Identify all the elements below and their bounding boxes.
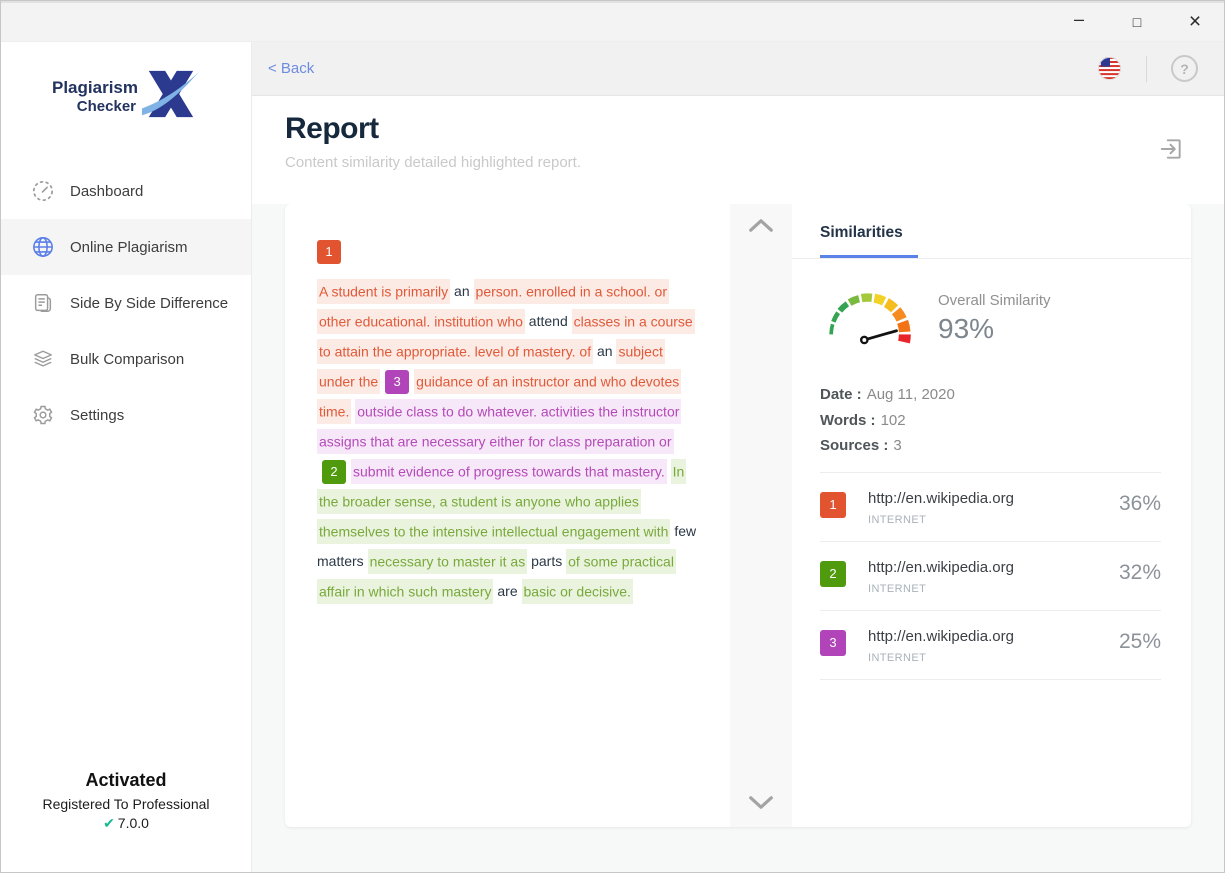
logo-line1: Plagiarism: [52, 78, 138, 98]
source-percent: 25%: [1119, 630, 1161, 654]
meta-date: Date : Aug 11, 2020: [820, 382, 1161, 408]
source-2-badge: 2: [820, 561, 846, 587]
highlighted-segment-source-2: basic or decisive.: [522, 579, 633, 604]
page-header: Report Content similarity detailed highl…: [252, 96, 1224, 204]
export-report-icon[interactable]: [1158, 136, 1184, 165]
sidebar-item-settings[interactable]: Settings: [1, 387, 251, 443]
activation-version: ✔7.0.0: [1, 815, 251, 832]
globe-icon: [31, 235, 55, 259]
similarity-gauge-icon: [820, 281, 916, 356]
source-percent: 36%: [1119, 492, 1161, 516]
back-link[interactable]: < Back: [268, 60, 314, 77]
help-icon[interactable]: ?: [1171, 55, 1198, 82]
app-logo: Plagiarism Checker: [1, 42, 251, 145]
similarities-tabs: Similarities: [792, 204, 1191, 259]
overall-similarity-label: Overall Similarity: [938, 292, 1051, 309]
text-segment: attend: [525, 313, 572, 329]
source-percent: 32%: [1119, 561, 1161, 585]
scroll-up-icon[interactable]: [747, 218, 775, 236]
sidebar-item-label: Online Plagiarism: [70, 239, 188, 256]
highlighted-segment-source-3: outside class to do whatever. activities…: [317, 399, 681, 454]
meta-sources-label: Sources :: [820, 433, 888, 459]
sidebar-item-label: Settings: [70, 407, 124, 424]
version-number: 7.0.0: [118, 815, 149, 831]
meta-sources: Sources : 3: [820, 433, 1161, 459]
layers-icon: [31, 347, 55, 371]
main-column: < Back: [252, 42, 1224, 872]
document-text-panel: 1A student is primarily an person. enrol…: [285, 204, 730, 827]
app-window: – □ × Plagiarism Checker: [0, 0, 1225, 873]
sidebar-item-online-plagiarism[interactable]: Online Plagiarism: [1, 219, 251, 275]
source-3-badge[interactable]: 3: [385, 370, 409, 394]
sidebar-nav: Dashboard Online Plagiarism: [1, 163, 251, 443]
source-1-badge[interactable]: 1: [317, 240, 341, 264]
meta-sources-value: 3: [893, 433, 901, 459]
source-type: INTERNET: [868, 583, 1014, 595]
gear-icon: [31, 403, 55, 427]
page-title: Report: [285, 112, 1224, 146]
source-1-badge: 1: [820, 492, 846, 518]
activation-registered: Registered To Professional: [1, 796, 251, 812]
report-text: 1A student is primarily an person. enrol…: [317, 240, 698, 606]
logo-x-icon: [140, 66, 200, 127]
tab-similarities[interactable]: Similarities: [820, 204, 918, 258]
sidebar-item-dashboard[interactable]: Dashboard: [1, 163, 251, 219]
page-subtitle: Content similarity detailed highlighted …: [285, 154, 1224, 171]
similarities-panel: Similarities: [792, 204, 1191, 827]
source-row-2[interactable]: 2 http://en.wikipedia.org INTERNET 32%: [820, 542, 1161, 611]
text-segment: are: [493, 583, 521, 599]
scrollbar[interactable]: [730, 204, 792, 827]
source-url[interactable]: http://en.wikipedia.org: [868, 559, 1014, 576]
source-type: INTERNET: [868, 514, 1014, 526]
content-area: 1A student is primarily an person. enrol…: [252, 204, 1224, 872]
text-segment: an: [450, 283, 473, 299]
highlighted-segment-source-1: A student is primarily: [317, 279, 450, 304]
report-card: 1A student is primarily an person. enrol…: [285, 204, 1191, 827]
dashboard-gauge-icon: [31, 179, 55, 203]
source-url[interactable]: http://en.wikipedia.org: [868, 628, 1014, 645]
overall-similarity-row: Overall Similarity 93%: [820, 281, 1161, 356]
minimize-icon: –: [1074, 9, 1084, 30]
text-segment: parts: [527, 553, 566, 569]
meta-date-label: Date :: [820, 382, 862, 408]
logo-line2: Checker: [52, 98, 138, 115]
close-icon: ×: [1189, 10, 1201, 34]
close-button[interactable]: ×: [1166, 3, 1224, 41]
activation-info: Activated Registered To Professional ✔7.…: [1, 770, 251, 832]
source-row-1[interactable]: 1 http://en.wikipedia.org INTERNET 36%: [820, 473, 1161, 542]
sidebar-item-label: Bulk Comparison: [70, 351, 184, 368]
highlighted-segment-source-3: submit evidence of progress towards that…: [351, 459, 667, 484]
top-bar: < Back: [252, 42, 1224, 96]
source-type: INTERNET: [868, 652, 1014, 664]
scroll-down-icon[interactable]: [747, 795, 775, 813]
sidebar-item-label: Side By Side Difference: [70, 295, 228, 312]
source-2-badge[interactable]: 2: [322, 460, 346, 484]
text-segment: an: [593, 343, 616, 359]
documents-icon: [31, 291, 55, 315]
sidebar-item-bulk-comparison[interactable]: Bulk Comparison: [1, 331, 251, 387]
maximize-button[interactable]: □: [1108, 3, 1166, 41]
meta-date-value: Aug 11, 2020: [867, 382, 955, 408]
overall-similarity-value: 93%: [938, 313, 1051, 345]
check-icon: ✔: [103, 815, 115, 831]
activation-status: Activated: [1, 770, 251, 791]
highlighted-segment-source-2: necessary to master it as: [368, 549, 528, 574]
meta-words: Words : 102: [820, 408, 1161, 434]
source-url[interactable]: http://en.wikipedia.org: [868, 490, 1014, 507]
meta-words-label: Words :: [820, 408, 876, 434]
sidebar-item-side-by-side[interactable]: Side By Side Difference: [1, 275, 251, 331]
title-bar: – □ ×: [1, 1, 1224, 42]
source-row-3[interactable]: 3 http://en.wikipedia.org INTERNET 25%: [820, 611, 1161, 680]
sidebar: Plagiarism Checker: [1, 42, 252, 872]
minimize-button[interactable]: –: [1050, 3, 1108, 41]
report-meta: Date : Aug 11, 2020 Words : 102 Sources …: [820, 382, 1161, 459]
sidebar-item-label: Dashboard: [70, 183, 143, 200]
topbar-divider: [1146, 56, 1147, 82]
maximize-icon: □: [1133, 14, 1141, 30]
meta-words-value: 102: [881, 408, 906, 434]
source-3-badge: 3: [820, 630, 846, 656]
us-flag-icon[interactable]: [1097, 56, 1122, 81]
logo-text: Plagiarism Checker: [52, 78, 138, 115]
